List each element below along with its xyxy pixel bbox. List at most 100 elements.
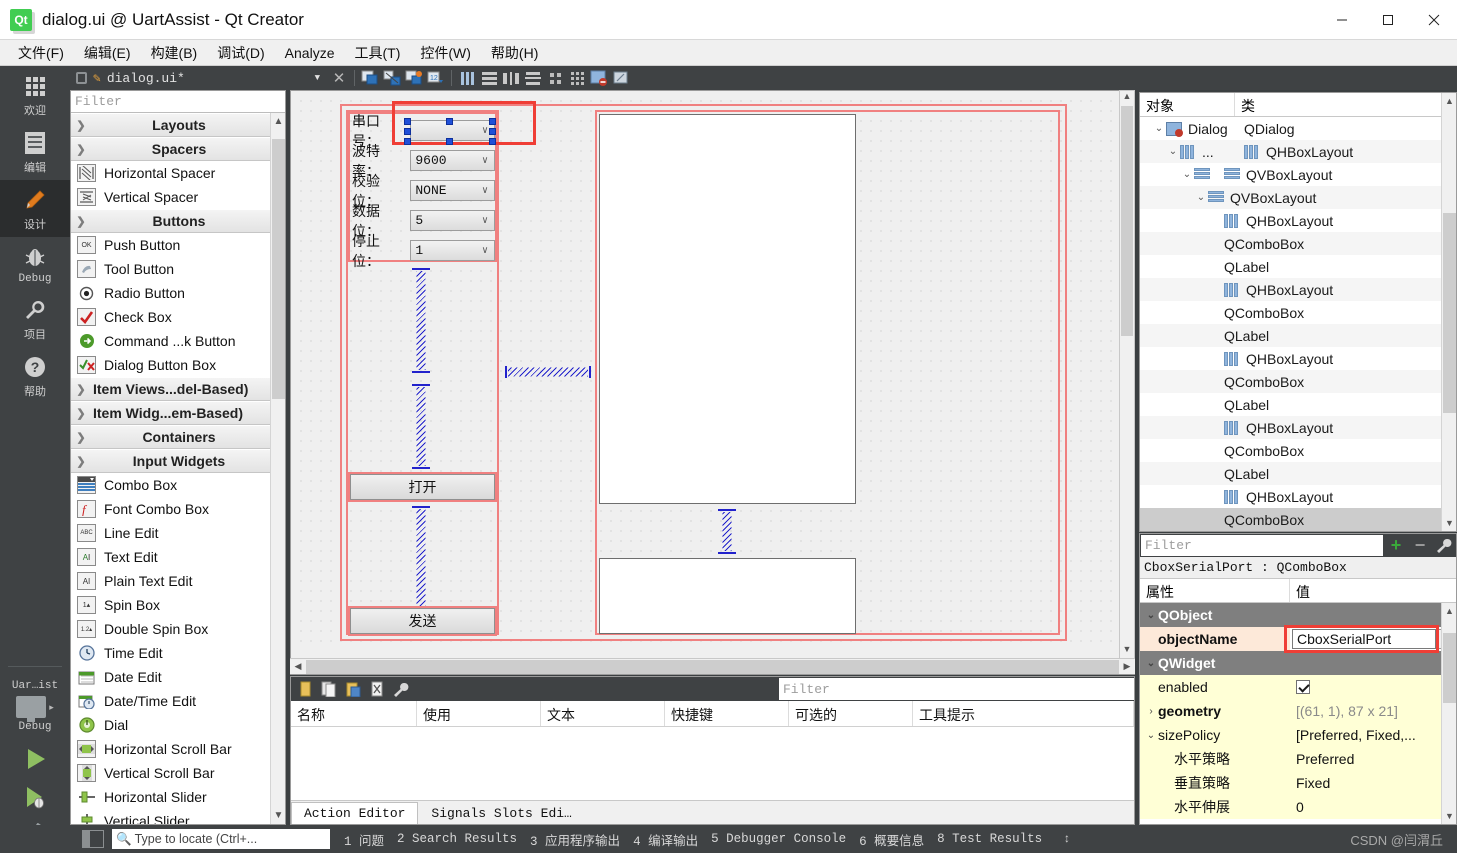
tree-row-hbox-4[interactable]: QHBoxLayout xyxy=(1140,347,1456,370)
tree-row-hbox-6[interactable]: QHBoxLayout xyxy=(1140,485,1456,508)
tree-row-hbox-2[interactable]: QHBoxLayout xyxy=(1140,209,1456,232)
layout-splitter-h-icon[interactable] xyxy=(500,67,522,89)
menu-analyze[interactable]: Analyze xyxy=(275,42,345,64)
paste-action-icon[interactable] xyxy=(343,679,363,699)
property-row-horizontal-policy[interactable]: 水平策略 Preferred xyxy=(1140,747,1456,771)
plus-icon[interactable]: + xyxy=(1384,534,1408,557)
chevron-right-icon[interactable]: › xyxy=(1144,706,1158,717)
adjust-size-icon[interactable] xyxy=(610,67,632,89)
object-inspector-scrollbar[interactable]: ▲ ▼ xyxy=(1441,93,1456,531)
scroll-down-icon[interactable]: ▼ xyxy=(1442,515,1457,531)
tree-row-combobox-selected[interactable]: QComboBox xyxy=(1140,508,1456,531)
widget-item-date-time-edit[interactable]: Date/Time Edit xyxy=(71,689,285,713)
unlocked-icon[interactable] xyxy=(76,72,87,84)
widget-item-text-edit[interactable]: AI Text Edit xyxy=(71,545,285,569)
output-pane-general-messages[interactable]: 6 概要信息 xyxy=(859,830,924,849)
widget-item-font-combo-box[interactable]: f Font Combo Box xyxy=(71,497,285,521)
sidebar-toggle-icon[interactable] xyxy=(82,830,104,848)
scroll-up-icon[interactable]: ▲ xyxy=(1120,91,1134,105)
menu-build[interactable]: 构建(B) xyxy=(141,40,208,66)
copy-action-icon[interactable] xyxy=(319,679,339,699)
widget-item-dialog-button-box[interactable]: Dialog Button Box xyxy=(71,353,285,377)
close-icon[interactable]: ✕ xyxy=(328,67,350,89)
kit-selector[interactable]: Uar…ist ▸ Debug xyxy=(12,677,58,733)
tree-row-qlabel-2[interactable]: QLabel xyxy=(1140,324,1456,347)
widgetbox-category-input-widgets[interactable]: ❯ Input Widgets xyxy=(71,449,285,473)
menu-tools[interactable]: 工具(T) xyxy=(344,40,410,66)
wrench-icon[interactable] xyxy=(1432,534,1456,557)
combo-baud-rate[interactable]: 9600 ∨ xyxy=(410,150,495,171)
widget-item-line-edit[interactable]: ABC Line Edit xyxy=(71,521,285,545)
widgetbox-scrollbar[interactable]: ▲ ▼ xyxy=(270,113,285,824)
widget-item-date-edit[interactable]: Date Edit xyxy=(71,665,285,689)
chevron-down-icon[interactable]: ⌄ xyxy=(1144,658,1158,669)
text-edit-receive[interactable] xyxy=(599,114,856,504)
scrollbar-thumb[interactable] xyxy=(306,659,1119,674)
property-filter-input[interactable]: Filter xyxy=(1141,535,1383,556)
tree-row-vbox-2[interactable]: ⌄ QVBoxLayout xyxy=(1140,186,1456,209)
property-row-sizepolicy[interactable]: ⌄ sizePolicy [Preferred, Fixed,... xyxy=(1140,723,1456,747)
edit-tab-order-icon[interactable]: 12 xyxy=(425,67,447,89)
menu-debug[interactable]: 调试(D) xyxy=(207,40,274,66)
widget-item-dial[interactable]: Dial xyxy=(71,713,285,737)
widget-item-horizontal-scroll-bar[interactable]: Horizontal Scroll Bar xyxy=(71,737,285,761)
scrollbar-thumb[interactable] xyxy=(1121,106,1133,336)
widget-item-command-link-button[interactable]: Command ...k Button xyxy=(71,329,285,353)
property-row-horizontal-stretch[interactable]: 水平伸展 0 xyxy=(1140,795,1456,819)
combo-parity[interactable]: NONE ∨ xyxy=(410,180,495,201)
chevron-down-icon[interactable]: ⌄ xyxy=(1194,192,1208,203)
layout-splitter-v-icon[interactable] xyxy=(522,67,544,89)
output-pane-application-output[interactable]: 3 应用程序输出 xyxy=(530,830,620,849)
layout-form-icon[interactable] xyxy=(566,67,588,89)
sidebar-item-welcome[interactable]: 欢迎 xyxy=(0,66,70,123)
tree-row-vbox-1[interactable]: ⌄ QVBoxLayout xyxy=(1140,163,1456,186)
action-editor-rows[interactable] xyxy=(291,727,1134,800)
scroll-down-icon[interactable]: ▼ xyxy=(1120,644,1134,658)
locator-input[interactable]: 🔍 Type to locate (Ctrl+... xyxy=(112,829,330,849)
scroll-up-icon[interactable]: ▲ xyxy=(1442,603,1456,619)
vertical-spacer-1[interactable] xyxy=(410,268,432,373)
output-pane-search-results[interactable]: 2 Search Results xyxy=(397,832,517,846)
menu-file[interactable]: 文件(F) xyxy=(8,40,74,66)
vertical-spacer-2[interactable] xyxy=(410,384,432,469)
close-button[interactable] xyxy=(1411,0,1457,40)
form-designer-canvas[interactable]: 串口号： ∨ 波特率： 9600 ∨ 校验位： NONE ∨ 数据位： 5 ∨ … xyxy=(290,90,1135,675)
delete-action-icon[interactable] xyxy=(367,679,387,699)
output-pane-debugger-console[interactable]: 5 Debugger Console xyxy=(711,832,846,846)
scrollbar-thumb[interactable] xyxy=(272,139,285,399)
objectname-input[interactable]: CboxSerialPort xyxy=(1292,629,1436,649)
text-edit-send[interactable] xyxy=(599,558,856,634)
enabled-checkbox[interactable] xyxy=(1296,680,1310,694)
property-row-objectname[interactable]: objectName CboxSerialPort ↶ xyxy=(1140,625,1456,653)
widget-item-push-button[interactable]: OK Push Button xyxy=(71,233,285,257)
widget-item-vertical-slider[interactable]: Vertical Slider xyxy=(71,809,285,824)
minimize-button[interactable] xyxy=(1319,0,1365,40)
minus-icon[interactable]: − xyxy=(1408,534,1432,557)
tree-row-qlabel-4[interactable]: QLabel xyxy=(1140,462,1456,485)
sidebar-item-design[interactable]: 设计 xyxy=(0,180,70,237)
sidebar-item-help[interactable]: ? 帮助 xyxy=(0,347,70,404)
open-file-combo[interactable]: ✎ dialog.ui* ▼ xyxy=(70,71,328,86)
combo-stop-bits[interactable]: 1 ∨ xyxy=(410,240,495,261)
horizontal-spacer-1[interactable] xyxy=(505,364,591,380)
scroll-down-icon[interactable]: ▼ xyxy=(1442,808,1456,824)
widgetbox-category-layouts[interactable]: ❯ Layouts xyxy=(71,113,285,137)
edit-buddies-icon[interactable] xyxy=(403,67,425,89)
scrollbar-track[interactable] xyxy=(306,659,1119,674)
tree-row-hbox-1[interactable]: ⌄ ... QHBoxLayout xyxy=(1140,140,1456,163)
widget-item-check-box[interactable]: Check Box xyxy=(71,305,285,329)
action-editor-filter-input[interactable]: Filter xyxy=(779,678,1134,700)
scroll-left-icon[interactable]: ◀ xyxy=(290,661,306,672)
sidebar-item-projects[interactable]: 项目 xyxy=(0,290,70,347)
menu-help[interactable]: 帮助(H) xyxy=(481,40,548,66)
menu-widgets[interactable]: 控件(W) xyxy=(410,40,481,66)
widget-item-spin-box[interactable]: 1▴ Spin Box xyxy=(71,593,285,617)
scroll-right-icon[interactable]: ▶ xyxy=(1119,661,1135,672)
widget-item-time-edit[interactable]: Time Edit xyxy=(71,641,285,665)
widget-item-combo-box[interactable]: Combo Box xyxy=(71,473,285,497)
vertical-spacer-3[interactable] xyxy=(410,506,432,621)
chevron-down-icon[interactable]: ⌄ xyxy=(1144,610,1158,621)
widgetbox-category-buttons[interactable]: ❯ Buttons xyxy=(71,209,285,233)
widget-item-vertical-spacer[interactable]: Vertical Spacer xyxy=(71,185,285,209)
break-layout-icon[interactable] xyxy=(588,67,610,89)
